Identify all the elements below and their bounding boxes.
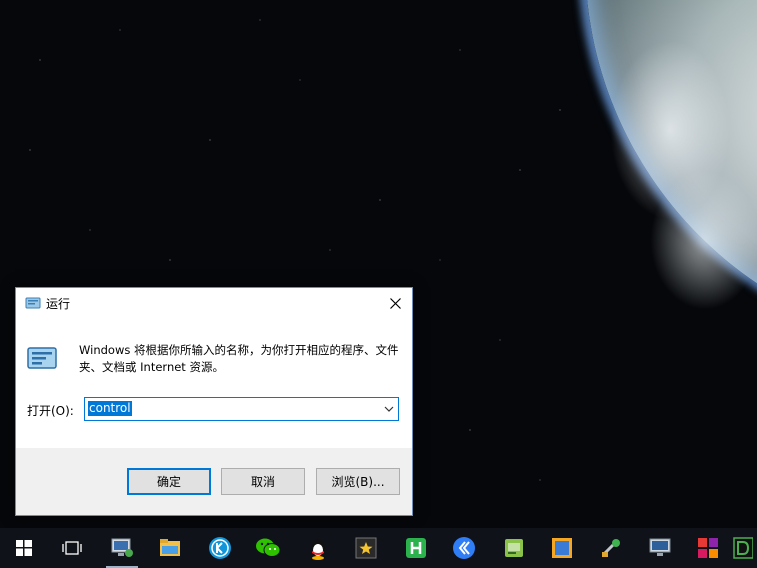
close-button[interactable] — [378, 288, 412, 318]
colored-squares-icon — [698, 538, 718, 558]
run-app-icon — [25, 297, 41, 309]
taskbar-item-wechat[interactable] — [244, 528, 292, 568]
taskbar-item-remote[interactable] — [98, 528, 146, 568]
run-dialog: 运行 Windows 将根据你所输入的名称，为你打开相应的程序、文件夹、文档或 … — [15, 287, 413, 516]
open-label: 打开(O): — [27, 404, 74, 418]
open-combobox[interactable]: control — [84, 397, 399, 421]
task-view-button[interactable] — [48, 528, 96, 568]
taskbar-item-hbuilder[interactable] — [392, 528, 440, 568]
open-input[interactable]: control — [88, 401, 132, 416]
planet-cloud — [650, 170, 757, 310]
windows-start-icon — [16, 540, 32, 556]
taskbar-item-qq[interactable] — [294, 528, 342, 568]
taskbar-item-browser[interactable] — [440, 528, 488, 568]
taskbar — [0, 528, 757, 568]
close-icon — [389, 297, 401, 309]
wechat-icon — [256, 538, 281, 557]
orange-window-icon — [552, 538, 572, 558]
run-icon — [27, 347, 57, 369]
green-d-icon — [733, 537, 753, 559]
hbuilder-icon — [406, 538, 426, 558]
dialog-titlebar[interactable]: 运行 — [16, 288, 412, 318]
taskbar-item-green-app[interactable] — [490, 528, 538, 568]
task-view-icon — [62, 541, 82, 555]
dialog-content: Windows 将根据你所输入的名称，为你打开相应的程序、文件夹、文档或 Int… — [16, 318, 412, 448]
taskbar-item-tools[interactable] — [588, 528, 636, 568]
taskbar-item-kugou[interactable] — [196, 528, 244, 568]
browser-chevron-icon — [453, 537, 475, 559]
dialog-description: Windows 将根据你所输入的名称，为你打开相应的程序、文件夹、文档或 Int… — [79, 343, 399, 374]
taskbar-item-explorer[interactable] — [146, 528, 194, 568]
star-app-icon — [355, 537, 377, 559]
file-explorer-icon — [160, 539, 180, 556]
chevron-down-icon[interactable] — [384, 404, 394, 414]
browse-button[interactable]: 浏览(B)... — [316, 468, 400, 495]
tools-icon — [601, 539, 620, 557]
cancel-button[interactable]: 取消 — [221, 468, 305, 495]
start-button[interactable] — [0, 528, 48, 568]
qq-penguin-icon — [311, 539, 325, 560]
taskbar-item-green-d[interactable] — [733, 528, 757, 568]
desktop-background: 运行 Windows 将根据你所输入的名称，为你打开相应的程序、文件夹、文档或 … — [0, 0, 757, 528]
taskbar-item-squares[interactable] — [684, 528, 732, 568]
dialog-title: 运行 — [46, 297, 71, 311]
ok-button[interactable]: 确定 — [127, 468, 211, 495]
kugou-music-icon — [209, 537, 231, 559]
monitor-icon — [649, 538, 671, 556]
taskbar-item-star-app[interactable] — [342, 528, 390, 568]
taskbar-item-monitor[interactable] — [636, 528, 684, 568]
taskbar-item-orange-window[interactable] — [538, 528, 586, 568]
green-app-icon — [505, 539, 523, 557]
remote-computer-icon — [111, 538, 133, 557]
